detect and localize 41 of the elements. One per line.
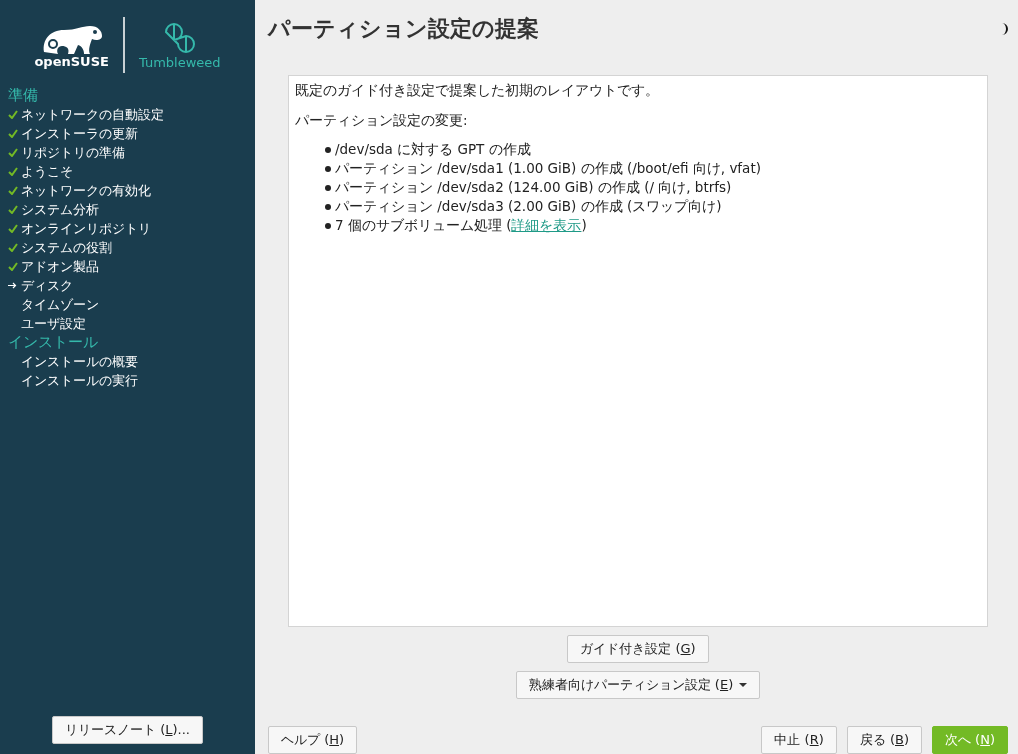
change-item: /dev/sda に対する GPT の作成 bbox=[335, 140, 531, 159]
footer-button[interactable]: 戻る (B) bbox=[846, 726, 922, 754]
change-item: 7 個のサブボリューム処理 (詳細を表示) bbox=[335, 216, 587, 235]
step-label: ユーザ設定 bbox=[21, 314, 86, 333]
footer-button[interactable]: 中止 (R) bbox=[761, 726, 837, 754]
step-label: アドオン製品 bbox=[21, 257, 99, 276]
step-label: タイムゾーン bbox=[21, 295, 99, 314]
step-label: システムの役割 bbox=[21, 238, 112, 257]
tumbleweed-icon bbox=[162, 20, 197, 55]
expert-partitioner-button[interactable]: 熟練者向けパーティション設定 (E) bbox=[515, 671, 761, 699]
intro-text: 既定のガイド付き設定で提案した初期のレイアウトです。 bbox=[295, 81, 660, 100]
details-link[interactable]: 詳細を表示 bbox=[511, 217, 582, 233]
step-label: インストールの概要 bbox=[21, 352, 138, 371]
change-item: パーティション /dev/sda3 (2.00 GiB) の作成 (スワップ向け) bbox=[335, 197, 722, 216]
bullet-icon bbox=[325, 203, 331, 210]
bullet-icon bbox=[325, 222, 331, 229]
step-label: オンラインリポジトリ bbox=[21, 219, 151, 238]
page-title: パーティション設定の提案 bbox=[268, 15, 539, 43]
step-label: リポジトリの準備 bbox=[21, 143, 125, 162]
step-label: ネットワークの自動設定 bbox=[21, 105, 164, 124]
product-name: Tumbleweed bbox=[138, 54, 221, 70]
bullet-icon bbox=[325, 165, 331, 172]
section-title: インストール bbox=[8, 333, 99, 352]
section-title: 準備 bbox=[8, 86, 39, 105]
footer-button[interactable]: ヘルプ (H) bbox=[268, 726, 358, 754]
bullet-icon bbox=[325, 146, 331, 153]
step-label: システム分析 bbox=[21, 200, 99, 219]
brand-name: openSUSE bbox=[34, 53, 109, 69]
step-label: ようこそ bbox=[21, 162, 73, 181]
step-label: ネットワークの有効化 bbox=[21, 181, 151, 200]
guided-setup-button[interactable]: ガイド付き設定 (G) bbox=[567, 635, 709, 663]
change-item: パーティション /dev/sda1 (1.00 GiB) の作成 (/boot/efi 向け, vfat) bbox=[335, 159, 761, 178]
step-label: インストールの実行 bbox=[21, 371, 138, 390]
caret-icon bbox=[739, 683, 748, 687]
release-notes-button[interactable]: リリースノート (L)... bbox=[52, 716, 203, 744]
change-item: パーティション /dev/sda2 (124.00 GiB) の作成 (/ 向け, btrfs) bbox=[335, 178, 732, 197]
arrow-icon bbox=[8, 282, 17, 289]
step-label: ディスク bbox=[21, 276, 73, 295]
changes-heading: パーティション設定の変更: bbox=[295, 111, 469, 130]
bullet-icon bbox=[325, 184, 331, 191]
step-label: インストーラの更新 bbox=[21, 124, 138, 143]
